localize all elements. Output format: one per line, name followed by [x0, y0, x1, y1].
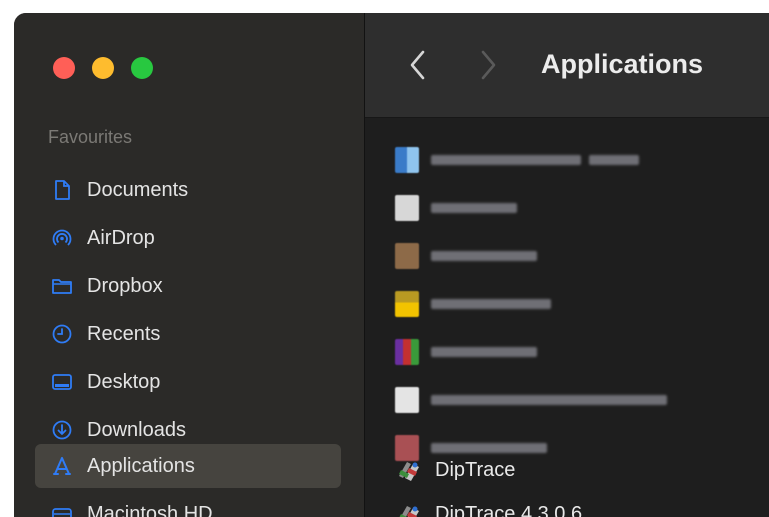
folder-icon — [51, 275, 73, 297]
sidebar-item-label: Macintosh HD — [87, 502, 213, 517]
desktop-icon — [51, 371, 73, 393]
finder-window: Favourites Documents AirDrop Dropbox Rec… — [14, 13, 769, 517]
sidebar-item-desktop[interactable]: Desktop — [35, 360, 341, 404]
obscured-app-icon — [395, 147, 419, 173]
list-item-diptrace[interactable]: DipTrace — [395, 448, 515, 492]
obscured-filename — [589, 155, 639, 165]
list-item-obscured[interactable] — [395, 186, 517, 230]
sidebar-item-recents[interactable]: Recents — [35, 312, 341, 356]
forward-button[interactable] — [477, 48, 499, 82]
obscured-filename — [431, 299, 551, 309]
obscured-filename — [431, 347, 537, 357]
applications-icon — [51, 455, 73, 477]
list-item-diptrace-4306[interactable]: DipTrace 4.3.0.6 — [395, 492, 582, 517]
minimize-window-button[interactable] — [92, 57, 114, 79]
file-list: DipTrace DipTrace 4.3.0.6 — [365, 118, 769, 517]
file-name: DipTrace — [435, 458, 516, 481]
sidebar-item-macintosh-hd[interactable]: Macintosh HD — [35, 492, 341, 517]
list-item-obscured[interactable] — [395, 378, 667, 422]
download-icon — [51, 419, 73, 441]
obscured-app-icon — [395, 339, 419, 365]
chevron-right-icon — [481, 50, 496, 80]
sidebar-item-label: Recents — [87, 322, 161, 345]
window-title: Applications — [541, 49, 704, 79]
list-item-obscured[interactable] — [395, 330, 537, 374]
back-button[interactable] — [407, 48, 429, 82]
sidebar-item-airdrop[interactable]: AirDrop — [35, 216, 341, 260]
disk-icon — [51, 503, 73, 517]
diptrace-app-icon — [395, 500, 423, 517]
obscured-app-icon — [395, 291, 419, 317]
clock-icon — [51, 323, 73, 345]
chevron-left-icon — [410, 50, 425, 80]
obscured-app-icon — [395, 387, 419, 413]
zoom-window-button[interactable] — [131, 57, 153, 79]
document-icon — [51, 179, 73, 201]
sidebar-item-label: Documents — [87, 178, 189, 201]
sidebar-item-applications[interactable]: Applications — [35, 444, 341, 488]
sidebar-item-label: AirDrop — [87, 226, 155, 249]
sidebar-item-label: Applications — [87, 454, 195, 477]
diptrace-app-icon — [395, 456, 423, 484]
window-controls — [53, 57, 153, 79]
list-item-obscured[interactable] — [395, 138, 639, 182]
sidebar-section-title: Favourites — [48, 127, 133, 147]
obscured-app-icon — [395, 195, 419, 221]
obscured-app-icon — [395, 243, 419, 269]
sidebar-item-label: Downloads — [87, 418, 186, 441]
sidebar-item-label: Dropbox — [87, 274, 163, 297]
obscured-filename — [431, 203, 517, 213]
close-window-button[interactable] — [53, 57, 75, 79]
obscured-filename — [431, 155, 581, 165]
file-name: DipTrace 4.3.0.6 — [435, 502, 583, 517]
airdrop-icon — [51, 227, 73, 249]
list-item-obscured[interactable] — [395, 234, 537, 278]
sidebar-item-label: Desktop — [87, 370, 161, 393]
toolbar: Applications — [365, 13, 769, 118]
sidebar-item-dropbox[interactable]: Dropbox — [35, 264, 341, 308]
obscured-filename — [431, 251, 537, 261]
list-item-obscured[interactable] — [395, 282, 551, 326]
sidebar-item-documents[interactable]: Documents — [35, 168, 341, 212]
obscured-filename — [431, 395, 667, 405]
sidebar: Favourites Documents AirDrop Dropbox Rec… — [14, 13, 365, 517]
